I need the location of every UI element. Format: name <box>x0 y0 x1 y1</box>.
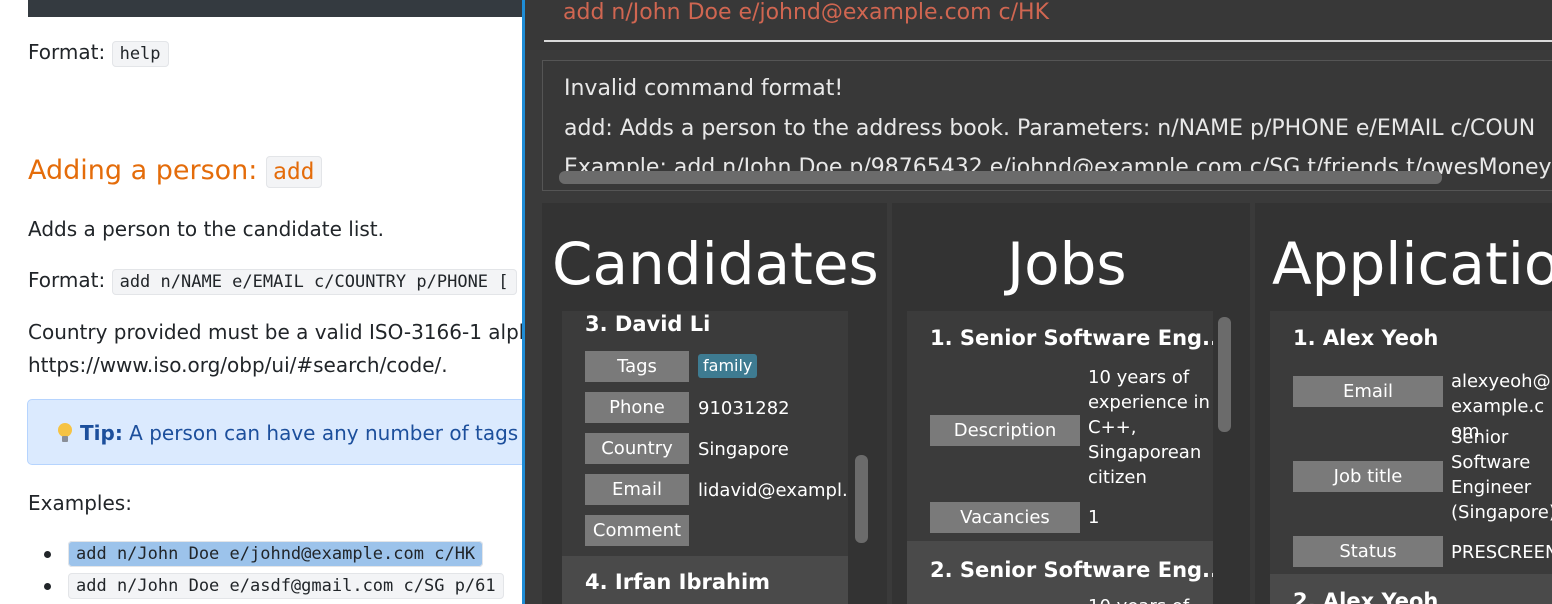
candidate-card[interactable]: 4. Irfan Ibrahim <box>562 556 848 604</box>
heading-code: add <box>265 156 322 188</box>
phone-label: Phone <box>585 392 689 423</box>
heading-text: Adding a person: <box>28 155 258 186</box>
candidate-name: 4. Irfan Ibrahim <box>585 570 771 594</box>
examples-list: add n/John Doe e/johnd@example.com c/HK … <box>42 540 504 604</box>
applicant-name: 1. Alex Yeoh <box>1293 326 1439 350</box>
description-label: Description <box>930 415 1080 446</box>
lightbulb-icon <box>58 423 72 443</box>
command-input[interactable]: add n/John Doe e/johnd@example.com c/HK <box>563 0 1049 25</box>
phone-value: 91031282 <box>698 398 790 419</box>
example-code-2[interactable]: add n/John Doe e/asdf@gmail.com c/SG p/6… <box>68 573 504 599</box>
add-description: Adds a person to the candidate list. <box>28 217 385 241</box>
command-box[interactable]: add n/John Doe e/johnd@example.com c/HK <box>525 0 1552 50</box>
iso-link[interactable]: https://www.iso.org/obp/ui/#search/code/… <box>28 353 448 377</box>
applicant-name: 2. Alex Yeoh <box>1293 589 1439 604</box>
app-window: add n/John Doe e/johnd@example.com c/HK … <box>522 0 1552 604</box>
candidates-title: Candidates <box>552 230 879 298</box>
job-name: 2. Senior Software Eng... <box>930 558 1213 582</box>
applications-panel: Applicatio 1. Alex Yeoh Email alexyeoh@e… <box>1255 203 1552 604</box>
example-code-1[interactable]: add n/John Doe e/johnd@example.com c/HK <box>68 541 484 567</box>
status-value: PRESCREEN <box>1451 542 1552 563</box>
vacancies-label: Vacancies <box>930 502 1080 533</box>
jobs-title: Jobs <box>1007 230 1127 298</box>
format-help-line: Format: help <box>28 40 169 67</box>
job-title-label: Job title <box>1293 461 1443 492</box>
country-value: Singapore <box>698 439 789 460</box>
command-underline <box>544 40 1552 42</box>
tags-label: Tags <box>585 351 689 382</box>
add-section-heading: Adding a person: add <box>28 155 322 188</box>
application-card[interactable]: 2. Alex Yeoh <box>1270 574 1552 604</box>
candidates-scrollbar[interactable] <box>855 455 868 543</box>
email-value: lidavid@exampl... <box>698 480 848 501</box>
app-email-label: Email <box>1293 376 1443 407</box>
help-code: help <box>111 41 169 67</box>
jobs-panel: Jobs 1. Senior Software Eng... Descripti… <box>892 203 1250 604</box>
result-horizontal-scrollbar[interactable] <box>559 171 1442 184</box>
result-display: Invalid command format! add: Adds a pers… <box>542 60 1552 191</box>
candidate-name: 3. David Li <box>585 312 711 336</box>
job-title-value: Senior Software Engineer (Singapore) <box>1451 427 1552 523</box>
add-format-code: add n/NAME e/EMAIL c/COUNTRY p/PHONE [ <box>111 269 517 295</box>
format-label: Format: <box>28 40 106 64</box>
application-card[interactable]: 1. Alex Yeoh Email alexyeoh@example.com … <box>1270 311 1552 574</box>
email-label: Email <box>585 474 689 505</box>
country-label: Country <box>585 433 689 464</box>
tip-text: A person can have any number of tags (in… <box>129 421 530 445</box>
tip-label: Tip: <box>80 421 123 445</box>
vacancies-value: 1 <box>1088 507 1100 528</box>
tag-badge: family <box>698 354 758 378</box>
description-value-partial: 10 years of <box>1088 594 1189 604</box>
format-add-line: Format: add n/NAME e/EMAIL c/COUNTRY p/P… <box>28 268 517 295</box>
description-value: 10 years of experience in C++, Singapore… <box>1088 367 1210 488</box>
status-label: Status <box>1293 536 1443 567</box>
candidates-panel: Candidates 3. David Li Tags family Phone… <box>542 203 887 604</box>
country-text: Country provided must be a valid ISO-316… <box>28 320 530 344</box>
result-line-1: Invalid command format! <box>564 76 844 101</box>
list-item: add n/John Doe e/johnd@example.com c/HK <box>42 540 504 572</box>
candidate-card[interactable]: 3. David Li Tags family Phone 91031282 C… <box>562 311 848 556</box>
job-name: 1. Senior Software Eng... <box>930 326 1213 350</box>
code-block-bar <box>28 0 530 17</box>
applications-title: Applicatio <box>1272 230 1552 298</box>
jobs-scrollbar[interactable] <box>1218 317 1231 432</box>
user-guide-page: Format: help Adding a person: add Adds a… <box>0 0 530 604</box>
result-line-2: add: Adds a person to the address book. … <box>564 116 1536 141</box>
comment-label: Comment <box>585 515 689 546</box>
job-card[interactable]: 2. Senior Software Eng... 10 years of <box>907 541 1213 604</box>
job-card[interactable]: 1. Senior Software Eng... Description 10… <box>907 311 1213 541</box>
tip-callout: Tip: A person can have any number of tag… <box>27 399 530 465</box>
list-item: add n/John Doe e/asdf@gmail.com c/SG p/6… <box>42 572 504 604</box>
examples-label: Examples: <box>28 491 132 515</box>
format-label: Format: <box>28 268 106 292</box>
